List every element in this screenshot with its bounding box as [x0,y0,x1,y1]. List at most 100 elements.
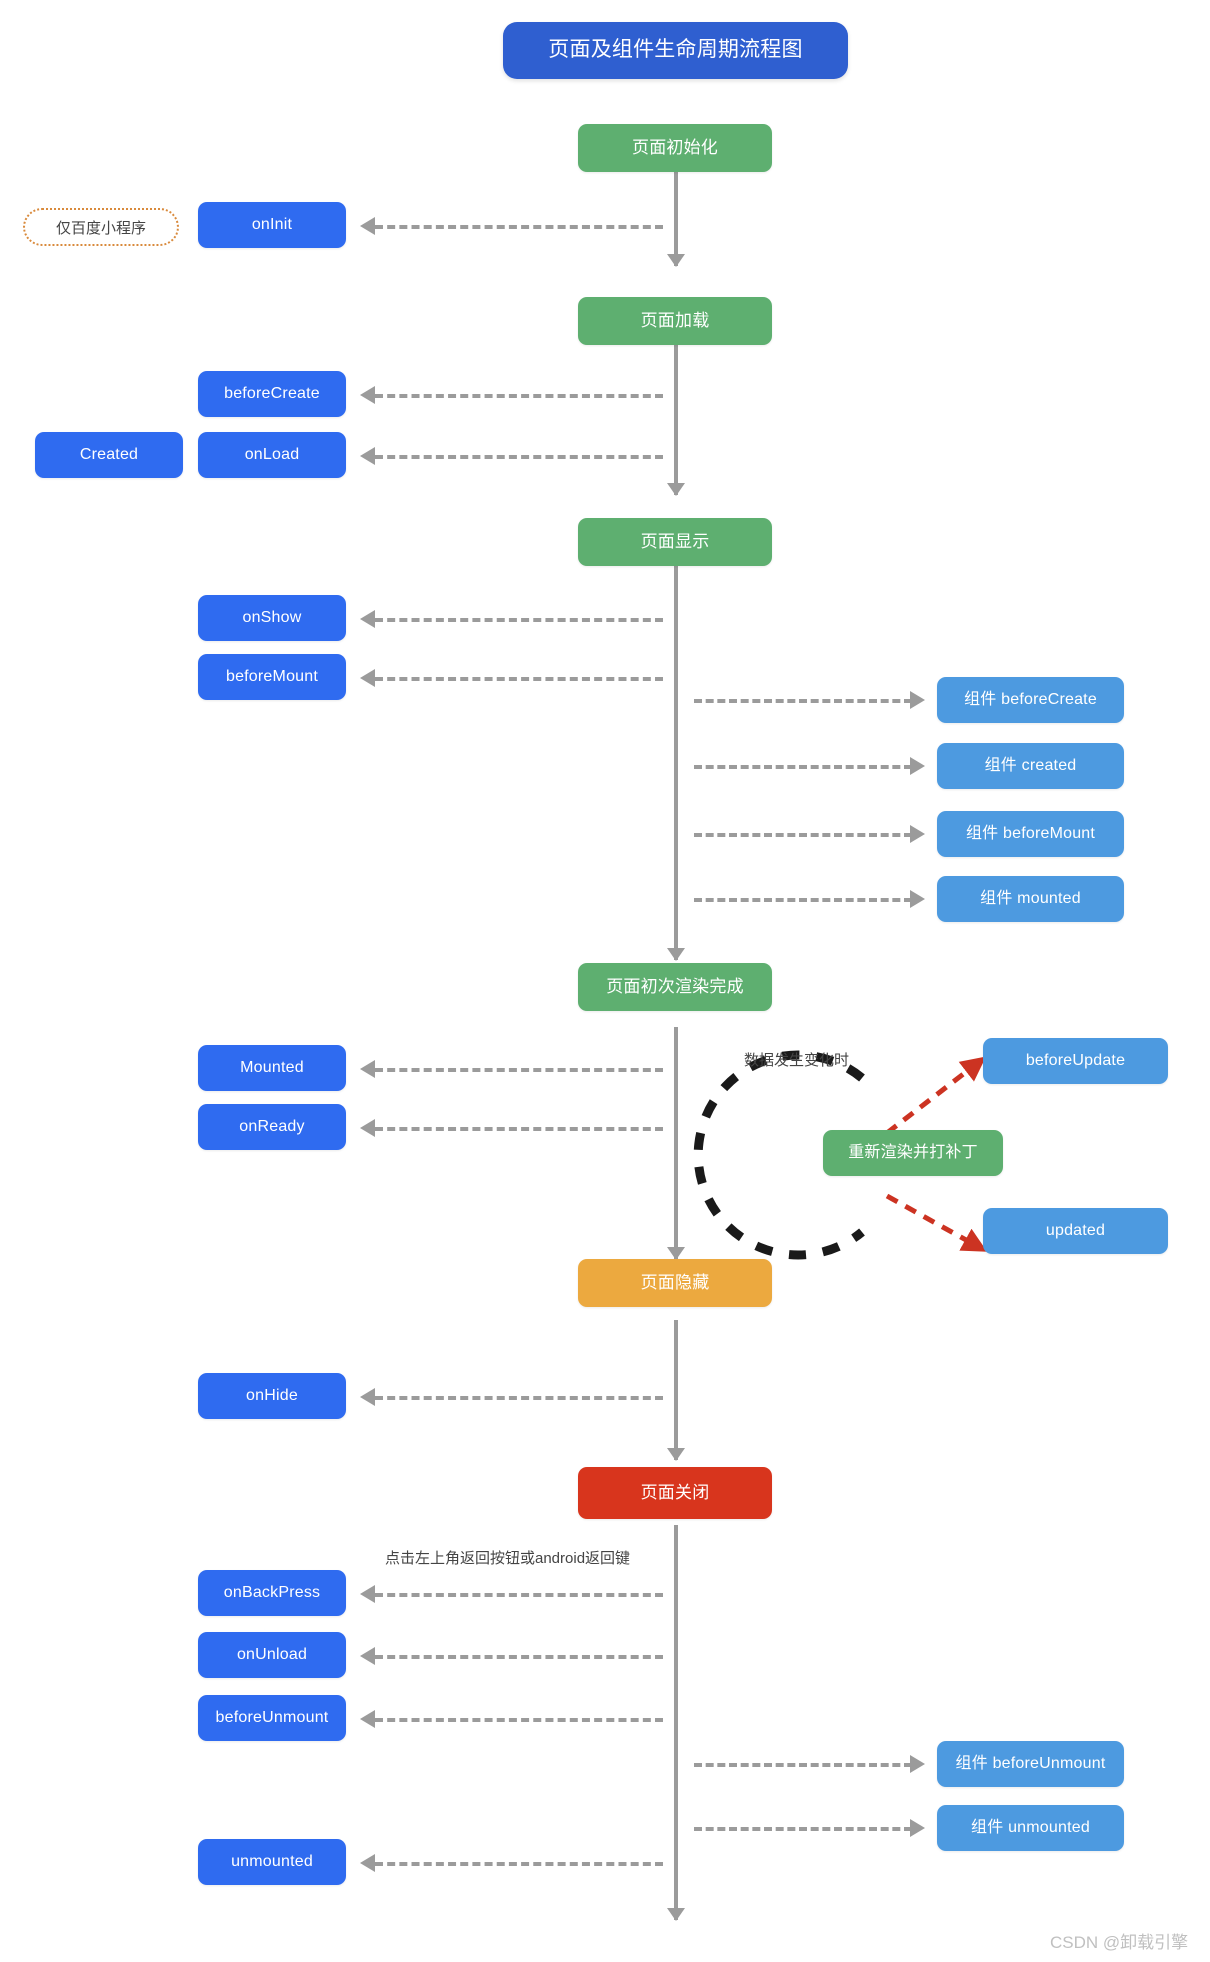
hook-oninit-label: onInit [251,215,293,233]
stage-page-init: 页面初始化 [578,124,772,172]
loop-render-patch-label: 重新渲染并打补丁 [848,1143,978,1161]
watermark-label: CSDN @卸载引擎 [1050,1933,1189,1952]
note-data-change: 数据发生变化时 [744,1049,849,1070]
lifecycle-flowchart: 页面及组件生命周期流程图 页面初始化 页面加载 页面显示 页面初次渲染完成 页面… [0,0,1210,1962]
hook-onbackpress: onBackPress [198,1570,346,1616]
dash-to-beforecreate [375,394,663,398]
arrow-to-comp-created [910,757,925,775]
comp-hook-beforeunmount: 组件 beforeUnmount [937,1741,1124,1787]
hook-onshow: onShow [198,595,346,641]
spine-arrow-2 [667,483,685,496]
arrow-to-beforecreate [360,386,375,404]
dash-to-comp-mounted [694,898,912,902]
stage-page-close-label: 页面关闭 [640,1483,710,1503]
spine-arrow-6 [667,1908,685,1921]
dash-to-beforemount [375,677,663,681]
hook-updated: updated [983,1208,1168,1254]
arrow-to-comp-beforecreate [910,691,925,709]
spine-seg-4 [674,1027,678,1259]
hook-onhide: onHide [198,1373,346,1419]
hook-unmounted: unmounted [198,1839,346,1885]
stage-first-render-done-label: 页面初次渲染完成 [606,977,744,997]
arrow-to-beforeunmount [360,1710,375,1728]
dash-to-comp-unmounted [694,1827,912,1831]
dash-to-onready [375,1127,663,1131]
loop-arrow-beforeupdate [885,1056,987,1135]
dash-to-onshow [375,618,663,622]
comp-hook-mounted-label: 组件 mounted [980,889,1081,907]
dash-to-onhide [375,1396,663,1400]
dash-to-onunload [375,1655,663,1659]
badge-baidu-miniprogram-label: 仅百度小程序 [55,219,146,237]
note-back-button: 点击左上角返回按钮或android返回键 [385,1547,630,1568]
hook-beforemount: beforeMount [198,654,346,700]
arrow-to-onready [360,1119,375,1137]
arrow-to-onbackpress [360,1585,375,1603]
hook-onunload-label: onUnload [236,1645,308,1663]
hook-onload-label: onLoad [244,445,300,463]
stage-first-render-done: 页面初次渲染完成 [578,963,772,1011]
spine-arrow-3 [667,948,685,961]
arrow-to-unmounted [360,1854,375,1872]
stage-page-hide: 页面隐藏 [578,1259,772,1307]
arrow-to-comp-mounted [910,890,925,908]
dash-to-onload [375,455,663,459]
dash-to-oninit [375,225,663,229]
comp-hook-beforeunmount-label: 组件 beforeUnmount [955,1754,1106,1772]
comp-hook-created-label: 组件 created [984,756,1077,774]
arrow-to-mounted [360,1060,375,1078]
diagram-title-label: 页面及组件生命周期流程图 [548,38,803,62]
arrow-to-onshow [360,610,375,628]
note-data-change-label: 数据发生变化时 [744,1052,850,1069]
stage-page-show: 页面显示 [578,518,772,566]
comp-hook-beforecreate-label: 组件 beforeCreate [964,690,1097,708]
alias-created: Created [35,432,183,478]
spine-seg-3 [674,565,678,960]
alias-created-label: Created [79,445,139,463]
hook-mounted-label: Mounted [240,1058,304,1076]
dash-to-comp-created [694,765,912,769]
spine-arrow-1 [667,254,685,267]
comp-hook-unmounted: 组件 unmounted [937,1805,1124,1851]
dash-to-comp-beforecreate [694,699,912,703]
comp-hook-beforemount: 组件 beforeMount [937,811,1124,857]
comp-hook-unmounted-label: 组件 unmounted [971,1818,1090,1836]
loop-arrow-updated [885,1193,988,1252]
spine-arrow-5 [667,1448,685,1461]
arrow-to-onunload [360,1647,375,1665]
dash-to-comp-beforeunmount [694,1763,912,1767]
comp-hook-mounted: 组件 mounted [937,876,1124,922]
diagram-title: 页面及组件生命周期流程图 [503,22,848,79]
hook-onunload: onUnload [198,1632,346,1678]
hook-beforeunmount: beforeUnmount [198,1695,346,1741]
hook-beforeupdate: beforeUpdate [983,1038,1168,1084]
spine-seg-5 [674,1320,678,1460]
stage-page-show-label: 页面显示 [640,532,710,552]
watermark: CSDN @卸载引擎 [1050,1928,1188,1953]
hook-beforecreate-label: beforeCreate [224,384,320,402]
hook-onready: onReady [198,1104,346,1150]
arrow-to-oninit [360,217,375,235]
arrow-to-beforemount [360,669,375,687]
note-back-button-label: 点击左上角返回按钮或android返回键 [385,1550,631,1567]
stage-page-hide-label: 页面隐藏 [640,1273,710,1293]
stage-page-load: 页面加载 [578,297,772,345]
hook-beforeupdate-label: beforeUpdate [1025,1051,1126,1069]
spine-seg-6 [674,1525,678,1920]
arrow-to-comp-beforeunmount [910,1755,925,1773]
hook-oninit: onInit [198,202,346,248]
arrow-to-onload [360,447,375,465]
hook-updated-label: updated [1045,1221,1106,1239]
comp-hook-created: 组件 created [937,743,1124,789]
dash-to-unmounted [375,1862,663,1866]
loop-render-patch-box: 重新渲染并打补丁 [823,1130,1003,1176]
hook-mounted: Mounted [198,1045,346,1091]
spine-seg-2 [674,345,678,495]
hook-beforeunmount-label: beforeUnmount [215,1708,329,1726]
hook-beforemount-label: beforeMount [225,667,319,685]
spine-seg-1 [674,171,678,266]
dash-to-comp-beforemount [694,833,912,837]
hook-unmounted-label: unmounted [231,1852,313,1870]
dash-to-mounted [375,1068,663,1072]
badge-baidu-miniprogram: 仅百度小程序 [23,208,179,246]
